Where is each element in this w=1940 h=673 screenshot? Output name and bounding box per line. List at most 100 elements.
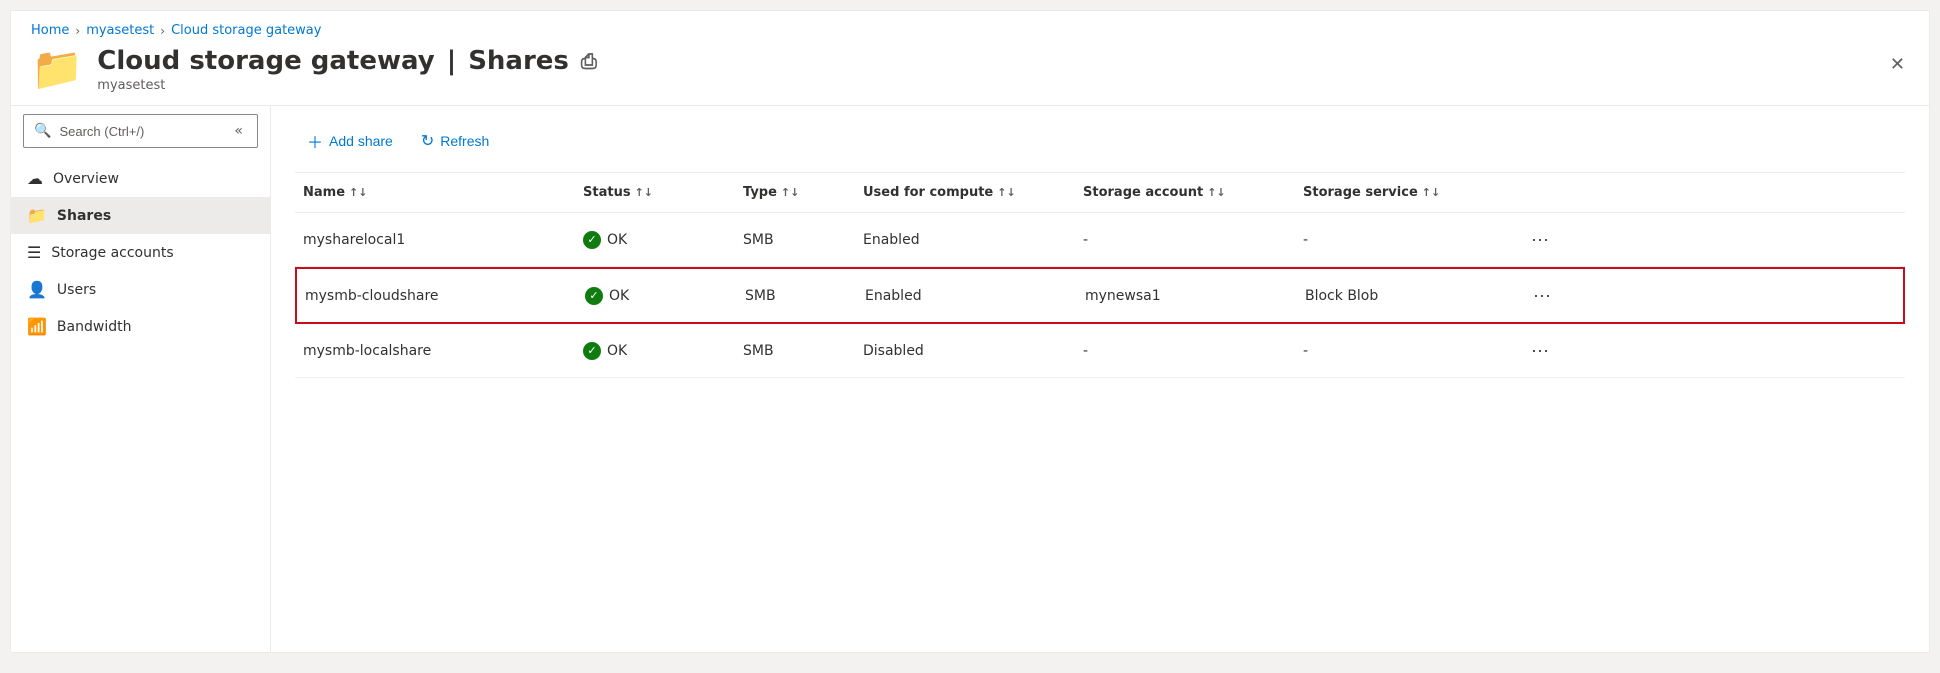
check-icon-1: ✓: [585, 287, 603, 305]
storage-icon: ☰: [27, 243, 41, 262]
collapse-button[interactable]: «: [230, 121, 247, 141]
close-icon[interactable]: ✕: [1886, 50, 1909, 79]
col-header-storage-service[interactable]: Storage service ↑↓: [1295, 181, 1515, 204]
sort-icon-status: ↑↓: [635, 186, 653, 199]
header-separator: |: [447, 46, 457, 76]
cell-type-1: SMB: [737, 278, 857, 314]
col-header-status[interactable]: Status ↑↓: [575, 181, 735, 204]
add-icon: ＋: [307, 129, 323, 153]
check-icon-0: ✓: [583, 231, 601, 249]
header-row: 📁 Cloud storage gateway | Shares ⎙ myase…: [11, 38, 1929, 105]
col-header-used-for-compute[interactable]: Used for compute ↑↓: [855, 181, 1075, 204]
status-text-1: OK: [609, 288, 629, 304]
cell-storage-account-0: -: [1075, 222, 1295, 258]
sidebar-item-storage-accounts[interactable]: ☰ Storage accounts: [11, 234, 270, 271]
header-section-text: Shares: [468, 46, 569, 76]
sidebar-label-users: Users: [57, 282, 96, 298]
sort-icon-storage-account: ↑↓: [1207, 186, 1225, 199]
cell-status-1: ✓ OK: [577, 277, 737, 315]
cell-actions-0: ···: [1515, 215, 1575, 264]
header-left: 📁 Cloud storage gateway | Shares ⎙ myase…: [31, 46, 597, 93]
sidebar: 🔍 « ☁ Overview 📁 Shares ☰ Storage accoun…: [11, 106, 271, 652]
cell-storage-account-2: -: [1075, 333, 1295, 369]
sidebar-item-shares[interactable]: 📁 Shares: [11, 197, 270, 234]
refresh-icon: ↻: [421, 131, 434, 151]
compute-text-0: Enabled: [863, 232, 920, 248]
header-subtitle: myasetest: [97, 78, 597, 93]
col-header-name[interactable]: Name ↑↓: [295, 181, 575, 204]
cell-status-2: ✓ OK: [575, 332, 735, 370]
type-text-0: SMB: [743, 232, 774, 248]
sort-icon-type: ↑↓: [781, 186, 799, 199]
table-row-highlighted: mysmb-cloudshare ✓ OK SMB Enabled: [295, 267, 1905, 324]
compute-text-2: Disabled: [863, 343, 924, 359]
sidebar-item-overview[interactable]: ☁ Overview: [11, 160, 270, 197]
storage-service-text-2: -: [1303, 343, 1308, 359]
sort-icon-name: ↑↓: [349, 186, 367, 199]
refresh-label: Refresh: [440, 133, 489, 149]
breadcrumb-cloudgateway[interactable]: Cloud storage gateway: [171, 23, 321, 38]
breadcrumb: Home › myasetest › Cloud storage gateway: [11, 11, 1929, 38]
more-actions-button-1[interactable]: ···: [1525, 281, 1559, 310]
cell-compute-1: Enabled: [857, 278, 1077, 314]
table-container: Name ↑↓ Status ↑↓ Type ↑↓ Used for compu…: [295, 173, 1905, 378]
more-actions-button-0[interactable]: ···: [1523, 225, 1557, 254]
header-title-block: Cloud storage gateway | Shares ⎙ myasete…: [97, 46, 597, 93]
cell-name-0: mysharelocal1: [295, 222, 575, 258]
status-text-0: OK: [607, 232, 627, 248]
print-icon[interactable]: ⎙: [581, 49, 597, 73]
breadcrumb-myasetest[interactable]: myasetest: [86, 23, 154, 38]
cell-type-0: SMB: [735, 222, 855, 258]
storage-account-text-0: -: [1083, 232, 1088, 248]
sort-icon-storage-service: ↑↓: [1422, 186, 1440, 199]
user-icon: 👤: [27, 280, 47, 299]
main-container: Home › myasetest › Cloud storage gateway…: [10, 10, 1930, 653]
cloud-icon: ☁: [27, 169, 43, 188]
cell-name-2: mysmb-localshare: [295, 333, 575, 369]
add-share-button[interactable]: ＋ Add share: [295, 122, 405, 160]
toolbar: ＋ Add share ↻ Refresh: [295, 106, 1905, 172]
storage-account-text-1: mynewsa1: [1085, 288, 1161, 304]
cell-compute-2: Disabled: [855, 333, 1075, 369]
folder-nav-icon: 📁: [27, 206, 47, 225]
sidebar-label-shares: Shares: [57, 208, 111, 224]
cell-storage-service-1: Block Blob: [1297, 278, 1517, 314]
status-ok-0: ✓ OK: [583, 231, 627, 249]
share-name-0[interactable]: mysharelocal1: [303, 232, 405, 248]
main-panel: ＋ Add share ↻ Refresh Name ↑↓: [271, 106, 1929, 652]
search-bar[interactable]: 🔍 «: [23, 114, 258, 148]
share-name-1[interactable]: mysmb-cloudshare: [305, 288, 439, 304]
cell-actions-1: ···: [1517, 271, 1577, 320]
sidebar-label-overview: Overview: [53, 171, 119, 187]
page-title: Cloud storage gateway | Shares ⎙: [97, 46, 597, 76]
add-share-label: Add share: [329, 133, 393, 149]
col-header-storage-account[interactable]: Storage account ↑↓: [1075, 181, 1295, 204]
more-actions-button-2[interactable]: ···: [1523, 336, 1557, 365]
status-ok-2: ✓ OK: [583, 342, 627, 360]
status-text-2: OK: [607, 343, 627, 359]
refresh-button[interactable]: ↻ Refresh: [409, 124, 501, 158]
search-icon: 🔍: [34, 123, 51, 139]
breadcrumb-sep2: ›: [160, 24, 165, 38]
cell-name-1: mysmb-cloudshare: [297, 278, 577, 314]
folder-icon: 📁: [31, 48, 83, 90]
col-header-type[interactable]: Type ↑↓: [735, 181, 855, 204]
sort-icon-compute: ↑↓: [997, 186, 1015, 199]
type-text-1: SMB: [745, 288, 776, 304]
table-row: mysharelocal1 ✓ OK SMB Enabled: [295, 213, 1905, 267]
breadcrumb-home[interactable]: Home: [31, 23, 69, 38]
cell-storage-account-1: mynewsa1: [1077, 278, 1297, 314]
sidebar-item-users[interactable]: 👤 Users: [11, 271, 270, 308]
sidebar-item-bandwidth[interactable]: 📶 Bandwidth: [11, 308, 270, 345]
bandwidth-icon: 📶: [27, 317, 47, 336]
search-input[interactable]: [59, 124, 222, 139]
cell-storage-service-2: -: [1295, 333, 1515, 369]
storage-service-text-0: -: [1303, 232, 1308, 248]
cell-type-2: SMB: [735, 333, 855, 369]
sidebar-label-bandwidth: Bandwidth: [57, 319, 132, 335]
status-ok-1: ✓ OK: [585, 287, 629, 305]
check-icon-2: ✓: [583, 342, 601, 360]
header-title-text: Cloud storage gateway: [97, 46, 434, 76]
share-name-2[interactable]: mysmb-localshare: [303, 343, 431, 359]
cell-storage-service-0: -: [1295, 222, 1515, 258]
